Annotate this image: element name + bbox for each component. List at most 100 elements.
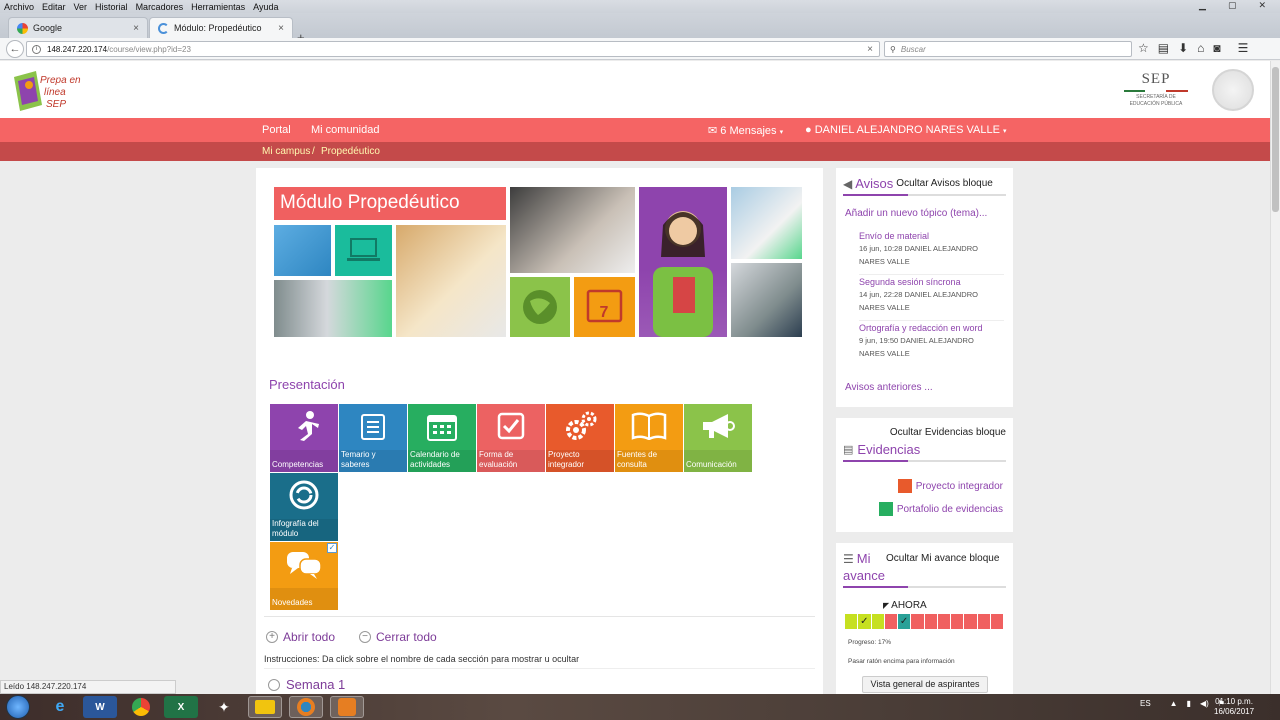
activity-competencias[interactable]: Competencias — [270, 404, 338, 472]
progress-cell[interactable] — [990, 614, 1003, 629]
week-title: Semana 1 — [286, 677, 346, 692]
media-app-icon[interactable] — [330, 696, 364, 718]
bookmark-star-icon[interactable]: ☆ — [1138, 41, 1149, 55]
progress-cell[interactable] — [937, 614, 950, 629]
progress-cell[interactable] — [924, 614, 937, 629]
post-title[interactable]: Segunda sesión síncrona — [859, 277, 1004, 287]
post-meta: 14 jun, 22:28 DANIEL ALEJANDRO — [859, 290, 978, 299]
expand-all-button[interactable]: + Abrir todo — [266, 630, 335, 644]
progress-cell[interactable] — [977, 614, 990, 629]
menu-ayuda[interactable]: Ayuda — [253, 2, 278, 12]
progress-cell[interactable] — [911, 614, 924, 629]
prepa-en-linea-logo[interactable]: Prepa en línea SEP — [12, 65, 82, 115]
minimize-icon[interactable]: ▁ — [1199, 0, 1206, 11]
progress-cell[interactable] — [964, 614, 977, 629]
network-icon[interactable]: ▮ — [1187, 699, 1191, 708]
avance-title-2: avance — [843, 568, 885, 583]
activity-temario[interactable]: Temario y saberes — [339, 404, 407, 472]
progress-cell[interactable] — [884, 614, 897, 629]
firefox-icon[interactable] — [289, 696, 323, 718]
close-tab-icon[interactable]: × — [278, 23, 284, 34]
language-indicator[interactable]: ES — [1140, 699, 1151, 708]
svg-text:línea: línea — [44, 87, 66, 98]
hide-avisos-link[interactable]: Ocultar Avisos bloque — [896, 178, 993, 189]
post-title[interactable]: Envío de material — [859, 231, 1004, 241]
completion-check-icon[interactable]: ✓ — [327, 543, 337, 553]
activity-fuentes[interactable]: Fuentes de consulta — [615, 404, 683, 472]
hide-avance-link[interactable]: Ocultar Mi avance bloque — [886, 553, 999, 564]
progress-cell[interactable] — [845, 614, 858, 629]
chrome-icon[interactable] — [124, 696, 158, 718]
overview-button[interactable]: Vista general de aspirantes — [862, 676, 988, 693]
hamburger-menu-icon[interactable]: ☰ — [1238, 41, 1249, 55]
chevron-down-icon: ▾ — [779, 129, 784, 136]
page-scrollbar[interactable] — [1270, 61, 1280, 694]
app-icon[interactable]: ✦ — [207, 696, 241, 718]
system-tray: ES ▲ ▮ ◀) ⚑ — [1140, 699, 1225, 708]
progress-bar[interactable]: ✓ ✓ — [845, 614, 1004, 629]
block-underline — [843, 460, 1006, 462]
start-button[interactable] — [6, 695, 30, 719]
section-title-presentacion[interactable]: Presentación — [269, 377, 345, 392]
post-title[interactable]: Ortografía y redacción en word — [859, 323, 1004, 333]
activity-evaluacion[interactable]: Forma de evaluación — [477, 404, 545, 472]
hide-evidencias-link[interactable]: Ocultar Evidencias bloque — [890, 427, 1006, 438]
internet-explorer-icon[interactable]: e — [43, 696, 77, 718]
home-icon[interactable]: ⌂ — [1197, 41, 1204, 55]
progress-cell[interactable]: ✓ — [898, 614, 911, 629]
megaphone-icon — [703, 414, 735, 438]
info-icon[interactable]: i — [32, 44, 41, 54]
progress-cell[interactable] — [951, 614, 964, 629]
close-tab-icon[interactable]: × — [133, 23, 139, 34]
word-icon[interactable]: W — [83, 696, 117, 718]
older-posts-link[interactable]: Avisos anteriores ... — [845, 382, 933, 393]
user-menu[interactable]: ● DANIEL ALEJANDRO NARES VALLE ▾ — [805, 124, 1007, 136]
download-icon[interactable]: ⬇ — [1178, 41, 1188, 55]
breadcrumb: Mi campus / Propedéutico — [0, 142, 1270, 161]
search-input[interactable]: ⚲ Buscar — [884, 41, 1132, 57]
menu-marcadores[interactable]: Marcadores — [136, 2, 184, 12]
tab-google[interactable]: Google × — [8, 17, 148, 38]
reading-list-icon[interactable]: ▤ — [1158, 41, 1169, 55]
progress-cell[interactable]: ✓ — [858, 614, 871, 629]
menu-historial[interactable]: Historial — [95, 2, 128, 12]
maximize-icon[interactable]: ▢ — [1228, 0, 1237, 11]
pocket-icon[interactable]: ◙ — [1213, 41, 1220, 55]
scrollbar-thumb[interactable] — [1272, 67, 1279, 212]
section-week-1[interactable]: Semana 1 — [268, 677, 345, 692]
file-explorer-icon[interactable] — [248, 696, 282, 718]
progress-cell[interactable] — [871, 614, 884, 629]
nav-mi-comunidad[interactable]: Mi comunidad — [311, 124, 379, 136]
add-topic-link[interactable]: Añadir un nuevo tópico (tema)... — [845, 208, 987, 219]
clear-url-icon[interactable]: × — [867, 44, 873, 55]
tab-modulo[interactable]: Módulo: Propedéutico × — [149, 17, 293, 38]
tray-arrow-icon[interactable]: ▲ — [1170, 699, 1178, 708]
activity-comunicacion[interactable]: Comunicación — [684, 404, 752, 472]
collapse-all-button[interactable]: − Cerrar todo — [359, 630, 437, 644]
excel-icon[interactable]: X — [164, 696, 198, 718]
menu-herramientas[interactable]: Herramientas — [191, 2, 245, 12]
evidencia-proyecto[interactable]: Proyecto integrador — [897, 479, 1003, 493]
activity-infografia[interactable]: Infografía del módulo — [270, 473, 338, 541]
activity-novedades[interactable]: ✓ Novedades — [270, 542, 338, 610]
activity-proyecto[interactable]: Proyecto integrador — [546, 404, 614, 472]
menu-ver[interactable]: Ver — [74, 2, 88, 12]
banner-girl-image — [639, 187, 727, 337]
menu-archivo[interactable]: Archivo — [4, 2, 34, 12]
tab-strip: Google × Módulo: Propedéutico × + — [0, 13, 1280, 45]
volume-icon[interactable]: ◀) — [1200, 699, 1209, 708]
nav-portal[interactable]: Portal — [262, 124, 291, 136]
breadcrumb-course[interactable]: Propedéutico — [321, 146, 380, 157]
post-meta: NARES VALLE — [859, 303, 910, 312]
back-button[interactable]: ← — [6, 40, 24, 58]
activity-label: Novedades — [272, 598, 313, 607]
close-window-icon[interactable]: ✕ — [1258, 0, 1266, 11]
evidencia-portafolio[interactable]: Portafolio de evidencias — [878, 502, 1003, 516]
clock[interactable]: 01:10 p.m. 16/06/2017 — [1214, 697, 1254, 717]
messages-menu[interactable]: ✉ 6 Mensajes ▾ — [708, 124, 783, 137]
url-bar[interactable]: i 148.247.220.174 /course/view.php?id=23… — [26, 41, 880, 57]
breadcrumb-campus[interactable]: Mi campus — [262, 146, 310, 157]
activity-calendario[interactable]: Calendario de actividades — [408, 404, 476, 472]
chevron-down-icon: ▾ — [1003, 128, 1007, 135]
menu-editar[interactable]: Editar — [42, 2, 66, 12]
